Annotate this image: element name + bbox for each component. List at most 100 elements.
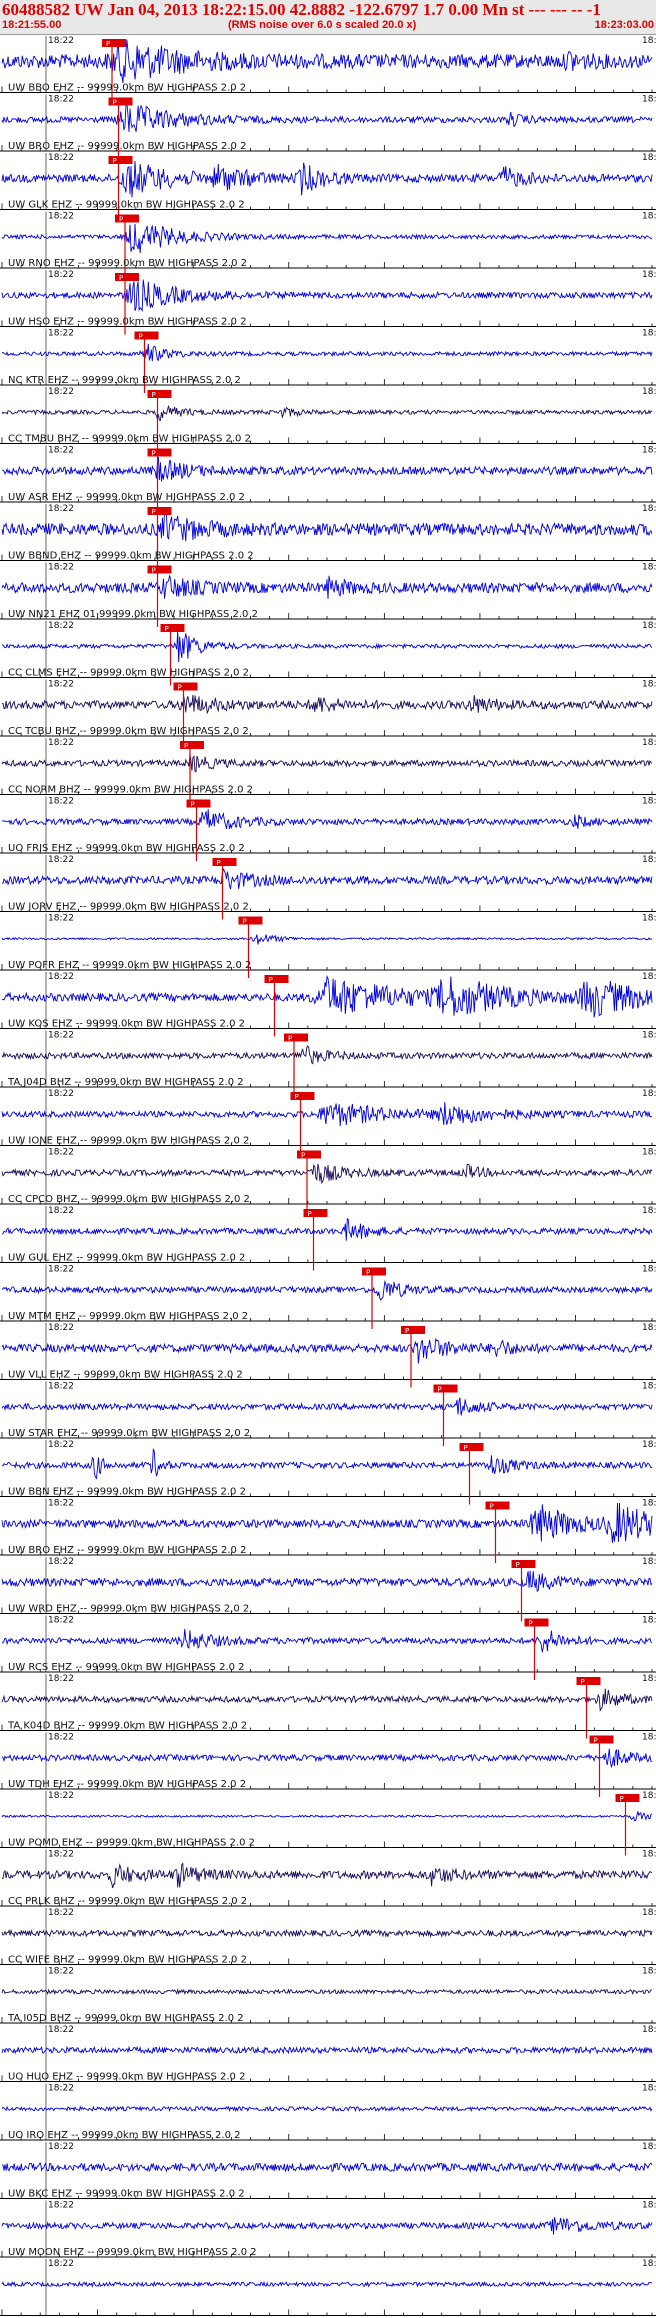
right-time-label: 18:2 <box>642 270 656 280</box>
header-bar: 60488582 UW Jan 04, 2013 18:22:15.00 42.… <box>0 0 656 35</box>
right-time-label: 18:2 <box>642 36 656 46</box>
right-time-label: 18:2 <box>642 1733 656 1743</box>
right-time-label: 18:2 <box>642 1791 656 1801</box>
pick-label: P <box>184 742 188 750</box>
start-time: 18:21:55.00 <box>2 19 62 31</box>
pick-label: P <box>288 1035 292 1043</box>
station-label: UW TDH EHZ -- 99999.0km BW HIGHPASS 2.0 … <box>8 1779 246 1790</box>
station-label: CC TMBU BHZ -- 99999.0km BW HIGHPASS 2.0… <box>8 434 251 445</box>
minute-label: 18:22 <box>48 270 74 280</box>
minute-label: 18:22 <box>48 914 74 924</box>
right-time-label: 18:2 <box>642 1616 656 1626</box>
right-time-label: 18:2 <box>642 1089 656 1099</box>
minute-label: 18:22 <box>48 1908 74 1918</box>
minute-label: 18:22 <box>48 2259 74 2269</box>
minute-label: 18:22 <box>48 504 74 514</box>
minute-label: 18:22 <box>48 2025 74 2035</box>
waveform-trace <box>1 1279 653 1301</box>
minute-label: 18:22 <box>48 329 74 339</box>
minute-label: 18:22 <box>48 797 74 807</box>
right-time-label: 18:2 <box>642 95 656 105</box>
event-title: 60488582 UW Jan 04, 2013 18:22:15.00 42.… <box>2 0 601 19</box>
station-label: UW NN21 EHZ 01 99999.0km BW HIGHPASS 2.0… <box>8 609 258 620</box>
waveform-trace <box>1 809 653 830</box>
minute-label: 18:22 <box>48 680 74 690</box>
minute-label: 18:22 <box>48 972 74 982</box>
pick-label: P <box>119 274 123 282</box>
waveform-trace <box>1 1928 653 1938</box>
minute-label: 18:22 <box>48 1791 74 1801</box>
waveform-trace <box>1 1447 653 1480</box>
station-label: UW BBO EHZ -- 99999.0km BW HIGHPASS 2.0 … <box>8 83 246 94</box>
station-label: UW IONE EHZ -- 99999.0km BW HIGHPASS 2.0… <box>8 1136 249 1147</box>
right-time-label: 18:2 <box>642 2084 656 2094</box>
minute-label: 18:22 <box>48 446 74 456</box>
waveform-trace <box>1 511 653 542</box>
right-time-label: 18:2 <box>642 680 656 690</box>
right-time-label: 18:2 <box>642 212 656 222</box>
waveform-trace <box>1 39 653 84</box>
right-time-label: 18:2 <box>642 2025 656 2035</box>
right-time-label: 18:2 <box>642 446 656 456</box>
pick-label: P <box>594 1737 598 1745</box>
minute-label: 18:22 <box>48 1265 74 1275</box>
waveform-trace <box>1 1628 653 1653</box>
station-label: UW GUL EHZ -- 99999.0km BW HIGHPASS 2.0 … <box>8 1253 245 1264</box>
waveform-trace <box>1 1502 653 1543</box>
waveform-trace <box>1 102 653 132</box>
minute-label: 18:22 <box>48 1733 74 1743</box>
station-label: CC CPCO BHZ -- 99999.0km BW HIGHPASS 2.0… <box>8 1194 250 1205</box>
pick-label: P <box>243 918 247 926</box>
pick-label: P <box>464 1444 468 1452</box>
pick-label: P <box>620 1795 624 1803</box>
right-time-label: 18:2 <box>642 504 656 514</box>
pick-label: P <box>152 391 156 399</box>
pick-label: P <box>581 1678 585 1686</box>
right-time-label: 18:2 <box>642 2142 656 2152</box>
minute-label: 18:22 <box>48 1382 74 1392</box>
right-time-label: 18:2 <box>642 1031 656 1041</box>
station-label: UW POMD EHZ -- 99999.0km BW HIGHPASS 2.0… <box>8 1838 255 1849</box>
minute-label: 18:22 <box>48 1674 74 1684</box>
right-time-label: 18:2 <box>642 914 656 924</box>
minute-label: 18:22 <box>48 1089 74 1099</box>
station-label: UW MOON EHZ -- 99999.0km BW HIGHPASS 2.0… <box>8 2247 257 2258</box>
station-label: UW BBND EHZ -- 99999.0km BW HIGHPASS 2.0… <box>8 551 254 562</box>
minute-label: 18:22 <box>48 153 74 163</box>
waveform-trace <box>1 754 653 773</box>
station-label: UW WRD EHZ -- 99999.0km BW HIGHPASS 2.0 … <box>8 1604 249 1615</box>
station-label: UO IRO EHZ -- 99999.0km BW HIGHPASS 2.0 … <box>8 2130 241 2141</box>
waveform-trace <box>1 694 653 715</box>
pick-label: P <box>152 450 156 458</box>
station-label: UW POFR EHZ -- 99999.0km BW HIGHPASS 2.0… <box>8 960 251 971</box>
right-time-label: 18:2 <box>642 153 656 163</box>
right-time-label: 18:2 <box>642 1323 656 1333</box>
station-label: NC KTR EHZ -- 99999.0km BW HIGHPASS 2.0 … <box>8 375 241 386</box>
pick-label: P <box>269 976 273 984</box>
pick-label: P <box>308 1210 312 1218</box>
right-time-label: 18:2 <box>642 329 656 339</box>
right-time-label: 18:2 <box>642 797 656 807</box>
minute-label: 18:22 <box>48 1323 74 1333</box>
station-label: UW VLL EHZ -- 99999.0km BW HIGHPASS 2.0 … <box>8 1370 243 1381</box>
right-time-label: 18:2 <box>642 1265 656 1275</box>
right-time-label: 18:2 <box>642 1674 656 1684</box>
pick-label: P <box>490 1503 494 1511</box>
waveform-trace <box>1 630 653 663</box>
minute-label: 18:22 <box>48 1206 74 1216</box>
waveform-trace <box>1 1862 653 1889</box>
right-time-label: 18:2 <box>642 855 656 865</box>
station-label: UW GLK EHZ -- 99999.0km BW HIGHPASS 2.0 … <box>8 200 245 211</box>
station-label: UW RCS EHZ -- 99999.0km BW HIGHPASS 2.0 … <box>8 1662 245 1673</box>
minute-label: 18:22 <box>48 1967 74 1977</box>
pick-label: P <box>152 567 156 575</box>
minute-label: 18:22 <box>48 2201 74 2211</box>
station-label: UO FRIS EHZ -- 99999.0km BW HIGHPASS 2.0… <box>8 843 245 854</box>
waveform-trace <box>1 974 653 1018</box>
station-label: UW RNO EHZ -- 99999.0km BW HIGHPASS 2.0 … <box>8 258 247 269</box>
station-label: UW HSO EHZ -- 99999.0km BW HIGHPASS 2.0 … <box>8 317 247 328</box>
right-time-label: 18:2 <box>642 2259 656 2269</box>
waveform-trace <box>1 934 653 945</box>
right-time-label: 18:2 <box>642 1908 656 1918</box>
station-label: CC WIFE BHZ -- 99999.0km BW HIGHPASS 2.0… <box>8 1955 247 1966</box>
